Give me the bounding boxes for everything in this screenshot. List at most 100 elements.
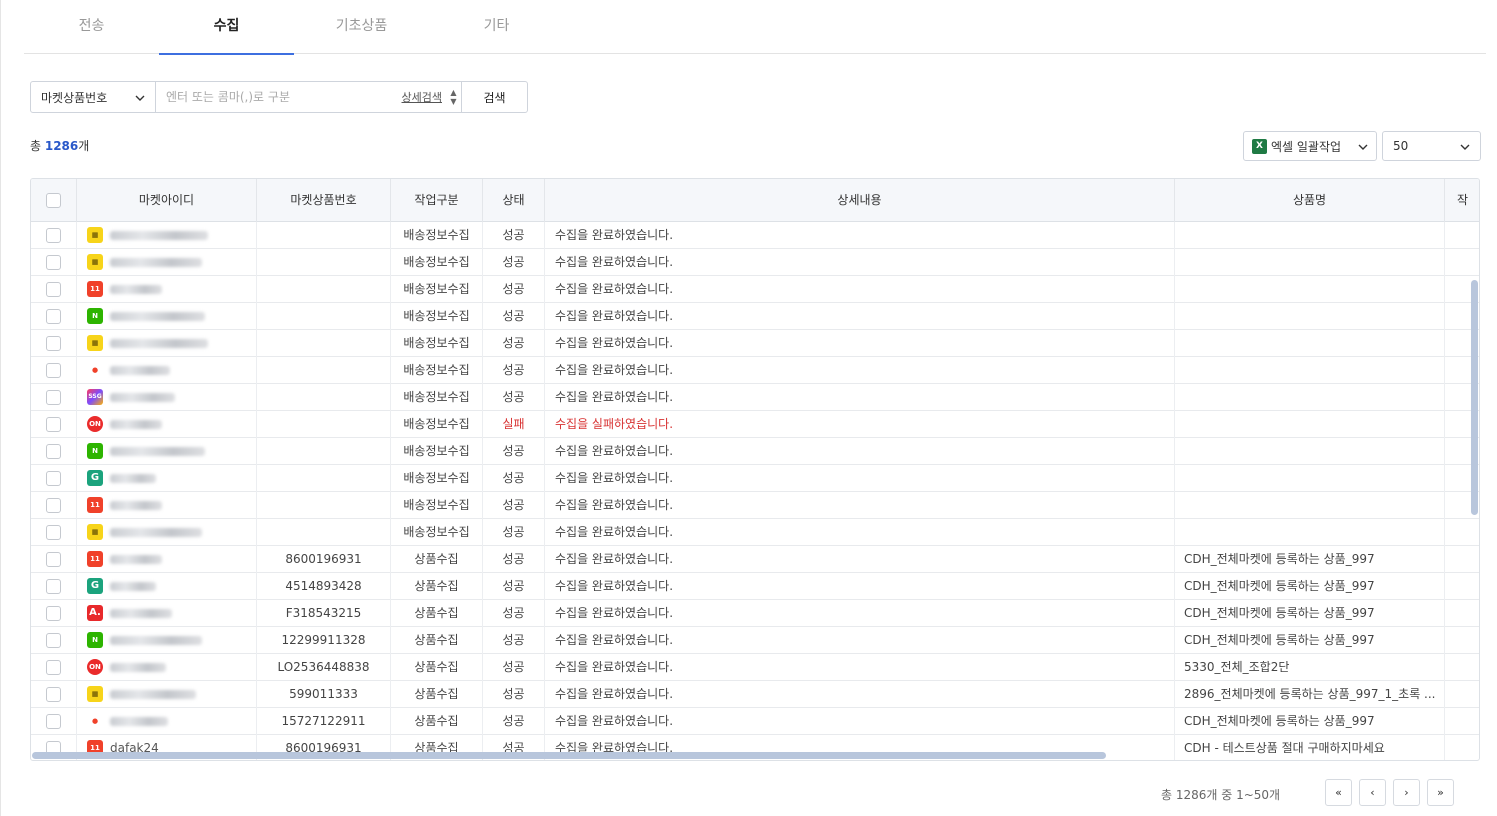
- caret-up-icon: ▲: [450, 88, 457, 97]
- prev-page-button[interactable]: ‹: [1359, 779, 1386, 806]
- market-product-no-cell: 8600196931: [257, 546, 391, 573]
- table-row[interactable]: G 배송정보수집 성공 수집을 완료하였습니다.: [31, 465, 1479, 492]
- row-checkbox[interactable]: [46, 471, 61, 486]
- status-cell: 성공: [483, 681, 545, 708]
- header-detail[interactable]: 상세내용: [545, 179, 1175, 222]
- status-cell: 성공: [483, 465, 545, 492]
- row-checkbox[interactable]: [46, 228, 61, 243]
- detail-cell: 수집을 완료하였습니다.: [545, 519, 1175, 546]
- header-market-id[interactable]: 마켓아이디: [77, 179, 257, 222]
- header-status[interactable]: 상태: [483, 179, 545, 222]
- row-checkbox[interactable]: [46, 444, 61, 459]
- market-product-no-cell: 4514893428: [257, 573, 391, 600]
- row-checkbox[interactable]: [46, 336, 61, 351]
- excel-bulk-button[interactable]: X 엑셀 일괄작업: [1243, 131, 1377, 161]
- search-type-select[interactable]: 마켓상품번호: [31, 82, 156, 112]
- table-row[interactable]: N 12299911328상품수집성공수집을 완료하였습니다.상세CDH_전체마켓…: [31, 627, 1479, 654]
- detail-cell: 수집을 완료하였습니다.상세: [545, 546, 1175, 573]
- next-page-button[interactable]: ›: [1393, 779, 1420, 806]
- table-row[interactable]: SSG 배송정보수집 성공 수집을 완료하였습니다.: [31, 384, 1479, 411]
- table-row[interactable]: 11 배송정보수집 성공 수집을 완료하였습니다.: [31, 276, 1479, 303]
- row-checkbox[interactable]: [46, 417, 61, 432]
- work-date-cell: [1445, 735, 1479, 760]
- row-checkbox[interactable]: [46, 687, 61, 702]
- market-id-cell: ▦: [77, 249, 257, 276]
- row-checkbox[interactable]: [46, 579, 61, 594]
- header-product-name[interactable]: 상품명: [1175, 179, 1445, 222]
- table-row[interactable]: N 배송정보수집 성공 수집을 완료하였습니다.: [31, 438, 1479, 465]
- search-button[interactable]: 검색: [462, 82, 527, 112]
- status-cell: 성공: [483, 276, 545, 303]
- row-checkbox[interactable]: [46, 390, 61, 405]
- tab-collect[interactable]: 수집: [159, 0, 294, 55]
- product-name-cell: [1175, 276, 1445, 303]
- market-id-redacted: [110, 582, 156, 591]
- search-input-wrap: 상세검색: [156, 82, 446, 112]
- table-row[interactable]: ▦ 배송정보수집 성공 수집을 완료하였습니다.: [31, 330, 1479, 357]
- table-row[interactable]: G 4514893428상품수집성공수집을 완료하였습니다.상세CDH_전체마켓에…: [31, 573, 1479, 600]
- row-checkbox[interactable]: [46, 498, 61, 513]
- detail-message: 수집을 완료하였습니다.: [555, 363, 674, 377]
- table-row[interactable]: A. F318543215상품수집성공수집을 완료하였습니다.상세CDH_전체마켓…: [31, 600, 1479, 627]
- detail-message: 수집을 완료하였습니다.: [555, 471, 674, 485]
- row-checkbox-cell: [31, 708, 77, 735]
- detail-message: 수집을 완료하였습니다.: [555, 336, 674, 350]
- total-suffix: 개: [78, 139, 90, 153]
- table-row[interactable]: 11 배송정보수집 성공 수집을 완료하였습니다.: [31, 492, 1479, 519]
- row-checkbox[interactable]: [46, 714, 61, 729]
- page-size-select[interactable]: 50: [1382, 131, 1481, 161]
- table-row[interactable]: 11 8600196931상품수집성공수집을 완료하였습니다.상세CDH_전체마켓…: [31, 546, 1479, 573]
- row-checkbox[interactable]: [46, 633, 61, 648]
- work-date-cell: [1445, 573, 1479, 600]
- table-row[interactable]: ▦ 599011333상품수집성공수집을 완료하였습니다.상세2896_전체마켓에…: [31, 681, 1479, 708]
- product-name-cell: 2896_전체마켓에 등록하는 상품_997_1_초록 ...: [1175, 681, 1445, 708]
- market-id-cell: ON: [77, 411, 257, 438]
- header-market-product-no[interactable]: 마켓상품번호: [257, 179, 391, 222]
- product-name-cell: [1175, 384, 1445, 411]
- row-checkbox[interactable]: [46, 660, 61, 675]
- table-row[interactable]: N 배송정보수집 성공 수집을 완료하였습니다.: [31, 303, 1479, 330]
- work-date-cell: [1445, 627, 1479, 654]
- product-name-cell: [1175, 249, 1445, 276]
- select-all-checkbox[interactable]: [46, 193, 61, 208]
- job-type-cell: 배송정보수집: [391, 519, 483, 546]
- job-type-cell: 배송정보수집: [391, 249, 483, 276]
- row-checkbox[interactable]: [46, 552, 61, 567]
- work-date-cell: [1445, 519, 1479, 546]
- header-work-date[interactable]: 작: [1445, 179, 1479, 222]
- market-product-no-cell: [257, 492, 391, 519]
- tab-base-product[interactable]: 기초상품: [294, 0, 429, 54]
- detail-search-link[interactable]: 상세검색: [402, 89, 442, 105]
- resize-handle[interactable]: ▲ ▼: [446, 82, 462, 112]
- vertical-scrollbar[interactable]: [1471, 280, 1478, 515]
- table-row[interactable]: ● 배송정보수집 성공 수집을 완료하였습니다.: [31, 357, 1479, 384]
- row-checkbox[interactable]: [46, 255, 61, 270]
- table-row[interactable]: ON 배송정보수집실패수집을 실패하였습니다.상세: [31, 411, 1479, 438]
- table-row[interactable]: ▦ 배송정보수집 성공 수집을 완료하였습니다.: [31, 249, 1479, 276]
- table-row[interactable]: ON LO2536448838상품수집성공수집을 완료하였습니다.상세5330_전…: [31, 654, 1479, 681]
- detail-cell: 수집을 완료하였습니다.상세: [545, 708, 1175, 735]
- search-type-value: 마켓상품번호: [41, 90, 108, 105]
- work-date-cell: [1445, 654, 1479, 681]
- row-checkbox[interactable]: [46, 363, 61, 378]
- pagination-summary: 총 1286개 중 1~50개: [1161, 788, 1281, 802]
- table-row[interactable]: ● 15727122911상품수집성공수집을 완료하였습니다.상세CDH_전체마켓…: [31, 708, 1479, 735]
- search-input[interactable]: [166, 90, 396, 104]
- result-table: 마켓아이디 마켓상품번호 작업구분 상태 상세내용 상품명 작 ▦ 배송정보수집 성…: [30, 178, 1480, 761]
- row-checkbox[interactable]: [46, 282, 61, 297]
- market-id-cell: ●: [77, 357, 257, 384]
- row-checkbox[interactable]: [46, 606, 61, 621]
- tab-send[interactable]: 전송: [24, 0, 159, 54]
- table-row[interactable]: ▦ 배송정보수집 성공 수집을 완료하였습니다.: [31, 519, 1479, 546]
- table-row[interactable]: ▦ 배송정보수집 성공 수집을 완료하였습니다.: [31, 222, 1479, 249]
- last-page-button[interactable]: »: [1427, 779, 1454, 806]
- market-coupang-icon: ▦: [87, 524, 103, 540]
- row-checkbox[interactable]: [46, 525, 61, 540]
- row-checkbox[interactable]: [46, 309, 61, 324]
- chevron-down-icon: [1460, 139, 1470, 153]
- first-page-button[interactable]: «: [1325, 779, 1352, 806]
- header-job-type[interactable]: 작업구분: [391, 179, 483, 222]
- excel-icon: X: [1252, 138, 1267, 154]
- tab-etc[interactable]: 기타: [429, 0, 564, 54]
- horizontal-scrollbar[interactable]: [32, 752, 1106, 759]
